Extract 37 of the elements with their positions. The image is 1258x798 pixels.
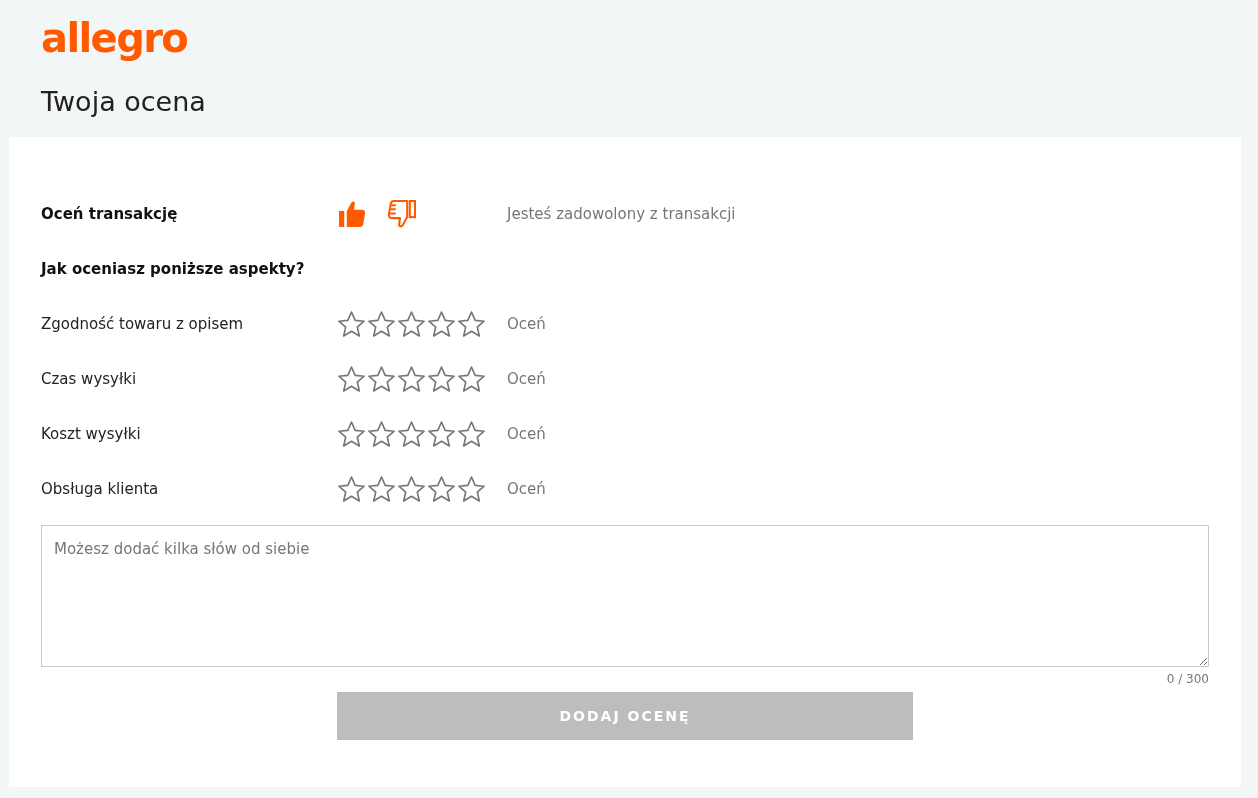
character-counter: 0 / 300 — [1166, 671, 1209, 687]
star-icon[interactable] — [338, 420, 365, 447]
aspect-label: Czas wysyłki — [41, 369, 138, 388]
star-icon[interactable] — [368, 420, 395, 447]
star-icon[interactable] — [458, 420, 485, 447]
logo: allegro — [41, 14, 188, 63]
star-icon[interactable] — [428, 420, 455, 447]
thumbs-down-icon[interactable] — [388, 199, 416, 228]
star-icon[interactable] — [338, 475, 365, 502]
star-icon[interactable] — [428, 310, 455, 337]
thumbs-up-icon[interactable] — [338, 199, 366, 228]
star-icon[interactable] — [458, 310, 485, 337]
star-icon[interactable] — [398, 420, 425, 447]
star-icon[interactable] — [458, 365, 485, 392]
page-title: Twoja ocena — [41, 85, 206, 119]
star-icon[interactable] — [428, 475, 455, 502]
star-icon[interactable] — [398, 475, 425, 502]
rate-hint: Oceń — [507, 314, 546, 333]
transaction-label: Oceń transakcję — [41, 204, 179, 223]
star-icon[interactable] — [338, 365, 365, 392]
aspect-label: Koszt wysyłki — [41, 424, 142, 443]
star-icon[interactable] — [458, 475, 485, 502]
rate-hint: Oceń — [507, 369, 546, 388]
star-icon[interactable] — [398, 310, 425, 337]
rate-hint: Oceń — [507, 479, 546, 498]
star-icon[interactable] — [368, 365, 395, 392]
star-icon[interactable] — [398, 365, 425, 392]
rate-hint: Oceń — [507, 424, 546, 443]
transaction-status: Jesteś zadowolony z transakcji — [507, 204, 736, 223]
comment-field[interactable]: Możesz dodać kilka słów od siebie — [41, 525, 1209, 667]
aspect-label: Zgodność towaru z opisem — [41, 314, 245, 333]
star-icon[interactable] — [368, 475, 395, 502]
star-icon[interactable] — [368, 310, 395, 337]
aspect-label: Obsługa klienta — [41, 479, 160, 498]
aspects-heading: Jak oceniasz poniższe aspekty? — [41, 259, 305, 278]
star-icon[interactable] — [338, 310, 365, 337]
star-icon[interactable] — [428, 365, 455, 392]
